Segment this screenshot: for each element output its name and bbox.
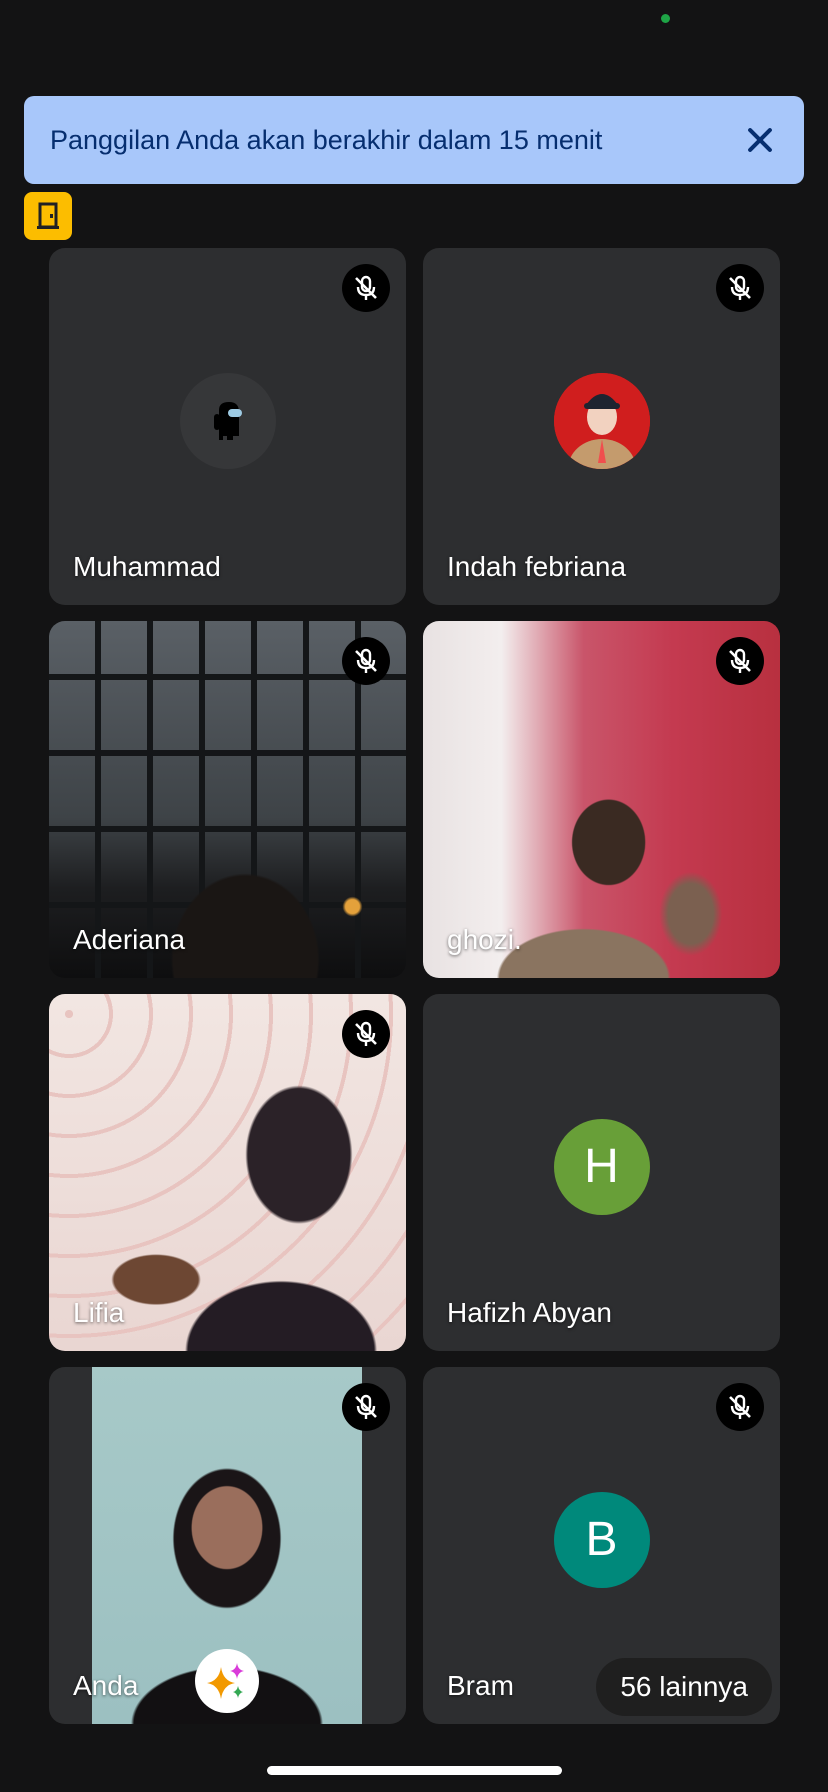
profile-photo — [553, 372, 650, 469]
participant-tile-self[interactable]: Anda — [49, 1367, 406, 1724]
mic-off-icon — [716, 637, 764, 685]
mic-off-icon — [716, 1383, 764, 1431]
banner-message: Panggilan Anda akan berakhir dalam 15 me… — [50, 124, 603, 155]
avatar-initial: H — [553, 1118, 650, 1215]
participant-tile-hafizh[interactable]: H Hafizh Abyan — [423, 994, 780, 1351]
participant-tile-ghozi[interactable]: ghozi. — [423, 621, 780, 978]
mic-off-icon — [342, 1010, 390, 1058]
mic-off-icon — [342, 264, 390, 312]
more-participants-button[interactable]: 56 lainnya — [596, 1658, 772, 1716]
recording-indicator-dot — [661, 14, 670, 23]
participant-tile-muhammad[interactable]: Muhammad — [49, 248, 406, 605]
mic-off-icon — [342, 1383, 390, 1431]
participant-tile-indah[interactable]: Indah febriana — [423, 248, 780, 605]
participant-name: ghozi. — [447, 924, 522, 955]
participant-name: Muhammad — [73, 551, 221, 582]
participant-name: Bram — [447, 1670, 514, 1701]
participant-tile-lifia[interactable]: Lifia — [49, 994, 406, 1351]
participant-name: Indah febriana — [447, 551, 627, 582]
participant-name: Aderiana — [73, 924, 186, 955]
participant-name: Hafizh Abyan — [447, 1297, 612, 1328]
astronaut-icon — [179, 372, 276, 469]
close-icon[interactable] — [742, 122, 778, 158]
call-ending-banner: Panggilan Anda akan berakhir dalam 15 me… — [24, 96, 804, 184]
participant-name: Anda — [73, 1670, 139, 1701]
mic-off-icon — [716, 264, 764, 312]
home-indicator[interactable] — [267, 1766, 562, 1775]
participant-tile-bram[interactable]: B Bram 56 lainnya — [423, 1367, 780, 1724]
participant-name: Lifia — [73, 1297, 125, 1328]
participant-grid: Muhammad Indah febriana Aderiana ghozi. … — [49, 248, 780, 1724]
avatar-initial: B — [553, 1491, 650, 1588]
mic-off-icon — [342, 637, 390, 685]
participant-tile-aderiana[interactable]: Aderiana — [49, 621, 406, 978]
sparkle-icon[interactable] — [195, 1649, 259, 1713]
door-icon[interactable] — [24, 192, 72, 240]
